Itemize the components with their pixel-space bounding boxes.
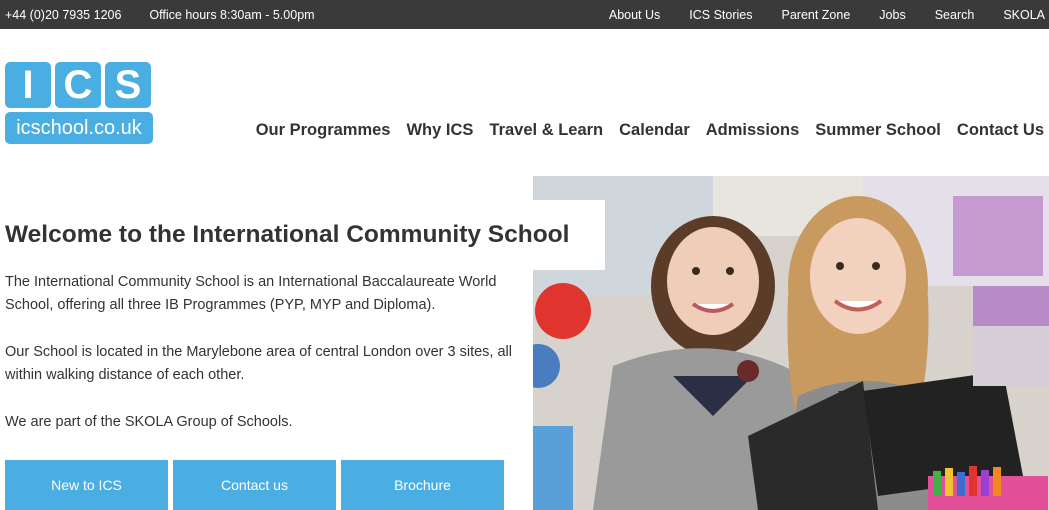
nav-admissions[interactable]: Admissions <box>706 121 800 140</box>
logo-letter-c: C <box>55 62 101 108</box>
cta-buttons: New to ICS Contact us Brochure <box>5 460 504 510</box>
contact-info: +44 (0)20 7935 1206 Office hours 8:30am … <box>5 0 343 29</box>
brochure-button[interactable]: Brochure <box>341 460 504 510</box>
contact-us-button[interactable]: Contact us <box>173 460 336 510</box>
hero-photo <box>533 176 1049 510</box>
nav-our-programmes[interactable]: Our Programmes <box>256 121 391 140</box>
office-hours: Office hours 8:30am - 5.00pm <box>149 7 315 22</box>
nav-summer-school[interactable]: Summer School <box>815 121 941 140</box>
utility-link-ics-stories[interactable]: ICS Stories <box>689 8 752 22</box>
site-logo[interactable]: I C S icschool.co.uk <box>5 62 153 144</box>
utility-link-jobs[interactable]: Jobs <box>879 8 905 22</box>
intro-paragraph-2: Our School is located in the Marylebone … <box>5 344 512 383</box>
logo-letters: I C S <box>5 62 153 108</box>
nav-travel-learn[interactable]: Travel & Learn <box>489 121 603 140</box>
utility-nav: About Us ICS Stories Parent Zone Jobs Se… <box>580 0 1045 29</box>
intro-paragraph-3: We are part of the SKOLA Group of School… <box>5 414 293 430</box>
utility-link-parent-zone[interactable]: Parent Zone <box>782 8 851 22</box>
utility-link-search[interactable]: Search <box>935 8 975 22</box>
intro-text: The International Community School is an… <box>5 271 515 458</box>
students-photo-illustration <box>533 176 1049 510</box>
utility-bar: +44 (0)20 7935 1206 Office hours 8:30am … <box>0 0 1049 29</box>
logo-letter-s: S <box>105 62 151 108</box>
intro-paragraph-1: The International Community School is an… <box>5 274 497 313</box>
logo-domain: icschool.co.uk <box>5 112 153 144</box>
main-nav: Our Programmes Why ICS Travel & Learn Ca… <box>240 121 1044 140</box>
logo-letter-i: I <box>5 62 51 108</box>
utility-link-about-us[interactable]: About Us <box>609 8 660 22</box>
nav-contact-us[interactable]: Contact Us <box>957 121 1044 140</box>
new-to-ics-button[interactable]: New to ICS <box>5 460 168 510</box>
page-title: Welcome to the International Community S… <box>5 221 570 248</box>
nav-calendar[interactable]: Calendar <box>619 121 690 140</box>
utility-link-skola[interactable]: SKOLA <box>1003 8 1045 22</box>
phone-number[interactable]: +44 (0)20 7935 1206 <box>5 8 121 22</box>
nav-why-ics[interactable]: Why ICS <box>406 121 473 140</box>
